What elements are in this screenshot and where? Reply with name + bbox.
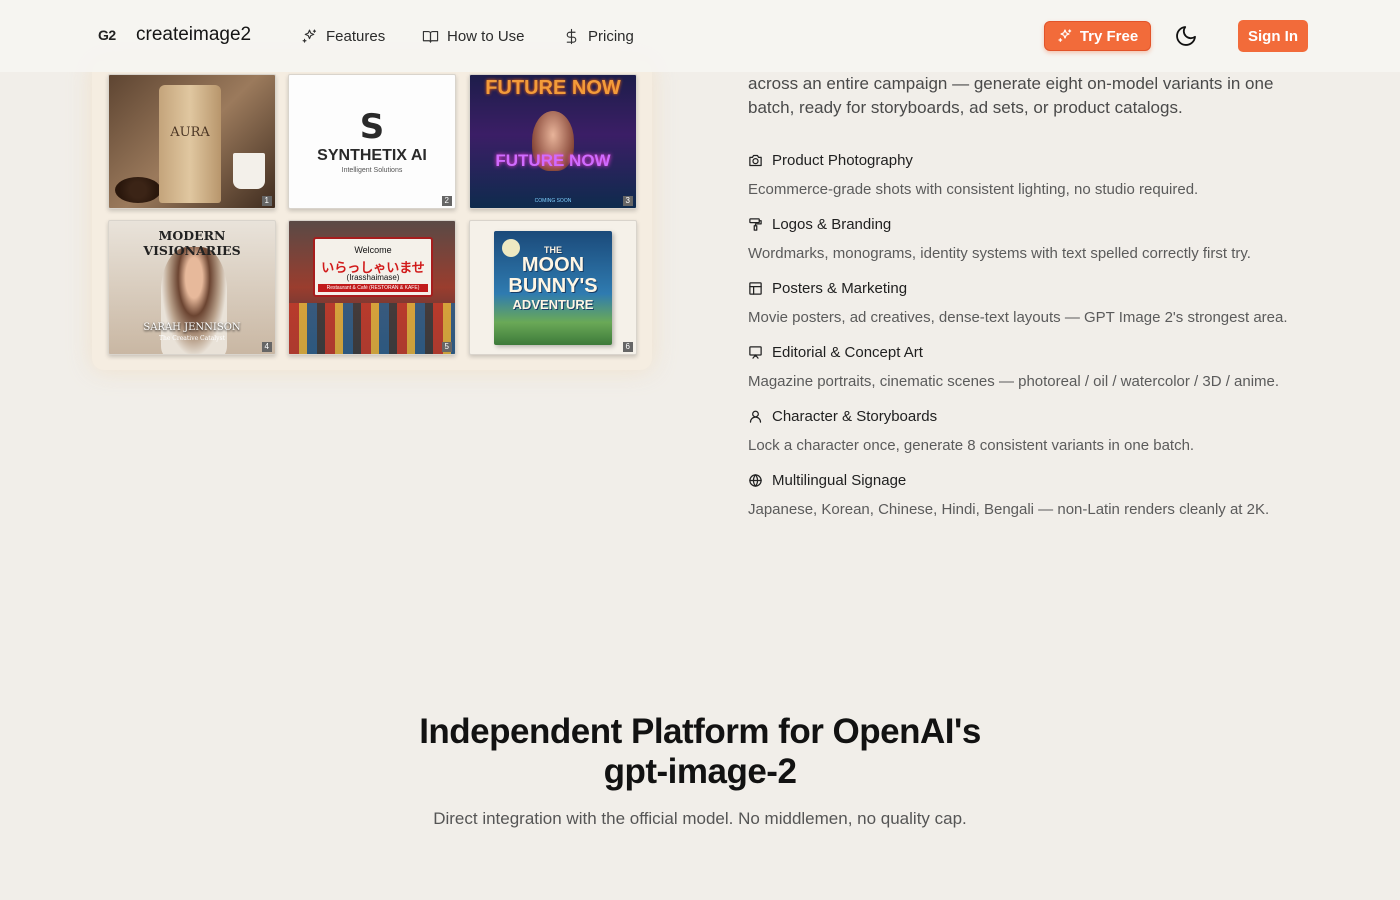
feature-character-storyboards: Character & Storyboards Lock a character… <box>748 408 1308 468</box>
coffee-mug <box>233 153 265 189</box>
top-nav-bar: G2 createimage2 Features How to Use Pric… <box>0 0 1400 72</box>
sign-line-3: (Irasshaimase) <box>346 273 400 282</box>
tile-number: 3 <box>622 196 633 206</box>
feature-description: Japanese, Korean, Chinese, Hindi, Bengal… <box>748 501 1270 518</box>
brand-name[interactable]: createimage2 <box>136 24 251 46</box>
feature-description: Magazine portraits, cinematic scenes — p… <box>748 373 1280 390</box>
platform-heading-line1: Independent Platform for OpenAI's <box>419 712 981 751</box>
feature-title: Editorial & Concept Art <box>772 344 923 361</box>
nav-pricing[interactable]: Pricing <box>563 26 634 46</box>
tile-sublabel: Intelligent Solutions <box>341 167 403 174</box>
sparkles-icon <box>302 29 317 43</box>
feature-product-photography: Product Photography Ecommerce-grade shot… <box>748 152 1308 212</box>
tile-number: 5 <box>441 342 452 352</box>
coffee-bag: AURA <box>159 85 221 203</box>
feature-description: Wordmarks, monograms, identity systems w… <box>748 245 1251 262</box>
book-title: THE MOON BUNNY'S ADVENTURE <box>494 245 612 313</box>
feature-multilingual-signage: Multilingual Signage Japanese, Korean, C… <box>748 472 1308 532</box>
sample-gallery: AURA 1 S SYNTHETIX AI Intelligent Soluti… <box>92 60 652 370</box>
nav-features-label: Features <box>326 27 386 45</box>
nav-features[interactable]: Features <box>301 26 385 46</box>
feature-title: Character & Storyboards <box>772 408 938 425</box>
nav-pricing-label: Pricing <box>588 27 634 45</box>
feature-description: Lock a character once, generate 8 consis… <box>748 437 1195 454</box>
moon-icon[interactable] <box>1174 24 1198 48</box>
gallery-tile-future-now[interactable]: FUTURE NOW FUTURE NOW COMING SOON 3 <box>469 74 637 209</box>
sign-in-button[interactable]: Sign In <box>1238 20 1308 52</box>
sign-in-label: Sign In <box>1248 27 1298 45</box>
feature-title: Multilingual Signage <box>772 472 907 489</box>
sparkles-icon <box>1058 29 1072 42</box>
platform-heading: Independent Platform for OpenAI's gpt-im… <box>300 712 1100 792</box>
welcome-sign: Welcome いらっしゃいませ (Irasshaimase) Restaura… <box>313 237 433 297</box>
layout-icon <box>749 282 762 295</box>
nav-how-to-use-label: How to Use <box>447 27 525 45</box>
globe-icon <box>749 474 762 487</box>
paint-roller-icon <box>749 218 762 231</box>
book-cover: THE MOON BUNNY'S ADVENTURE <box>494 231 612 345</box>
tile-label: FUTURE NOW <box>485 77 621 99</box>
feature-title: Product Photography <box>772 152 913 169</box>
camera-icon <box>749 154 762 167</box>
user-icon <box>749 410 762 423</box>
try-free-label: Try Free <box>1079 27 1139 45</box>
tile-label: AURA <box>170 125 210 140</box>
dollar-icon <box>566 28 577 44</box>
platform-subtitle: Direct integration with the official mod… <box>433 809 967 828</box>
sign-line-1: Welcome <box>354 245 392 255</box>
book-open-icon <box>422 30 439 43</box>
tile-number: 6 <box>622 342 633 352</box>
intro-paragraph: across an entire campaign — generate eig… <box>748 74 1274 117</box>
book-title-line2: BUNNY'S <box>508 275 598 297</box>
gallery-tile-coffee[interactable]: AURA 1 <box>108 74 276 209</box>
tile-number: 4 <box>261 342 272 352</box>
feature-logos-branding: Logos & Branding Wordmarks, monograms, i… <box>748 216 1308 276</box>
feature-description: Ecommerce-grade shots with consistent li… <box>748 181 1199 198</box>
tile-number: 1 <box>261 196 272 206</box>
tile-label: MODERN VISIONARIES <box>143 228 241 258</box>
tile-name: SARAH JENNISON <box>143 322 241 333</box>
book-title-line3: ADVENTURE <box>512 297 594 312</box>
tile-label-secondary: FUTURE NOW <box>495 151 611 170</box>
feature-posters-marketing: Posters & Marketing Movie posters, ad cr… <box>748 280 1308 340</box>
logo-mark[interactable]: G2 <box>98 27 116 43</box>
feature-description: Movie posters, ad creatives, dense-text … <box>748 309 1288 326</box>
gallery-tile-moon-bunny[interactable]: THE MOON BUNNY'S ADVENTURE 6 <box>469 220 637 355</box>
try-free-button[interactable]: Try Free <box>1044 21 1151 51</box>
easel-icon <box>749 346 762 359</box>
coffee-beans <box>115 177 161 203</box>
tile-sublabel: The Creative Catalyst <box>158 335 226 342</box>
tile-sublabel: COMING SOON <box>534 198 572 204</box>
sign-line-4: Restaurant & Café (RESTORAN & KAFE) <box>318 284 428 292</box>
platform-heading-line2: gpt-image-2 <box>603 752 797 791</box>
gallery-tile-modern-visionaries[interactable]: MODERN VISIONARIES SARAH JENNISON The Cr… <box>108 220 276 355</box>
feature-title: Logos & Branding <box>772 216 892 233</box>
s-logo-icon: S <box>359 107 385 147</box>
nav-how-to-use[interactable]: How to Use <box>422 26 525 46</box>
tile-label: SYNTHETIX AI <box>317 147 427 164</box>
book-title-line1: MOON <box>521 254 585 276</box>
street-scene <box>289 303 455 354</box>
gallery-tile-japanese-street[interactable]: Welcome いらっしゃいませ (Irasshaimase) Restaura… <box>288 220 456 355</box>
gallery-tile-synthetix[interactable]: S SYNTHETIX AI Intelligent Solutions 2 <box>288 74 456 209</box>
tile-number: 2 <box>441 196 452 206</box>
feature-editorial-concept-art: Editorial & Concept Art Magazine portrai… <box>748 344 1308 404</box>
feature-title: Posters & Marketing <box>772 280 908 297</box>
